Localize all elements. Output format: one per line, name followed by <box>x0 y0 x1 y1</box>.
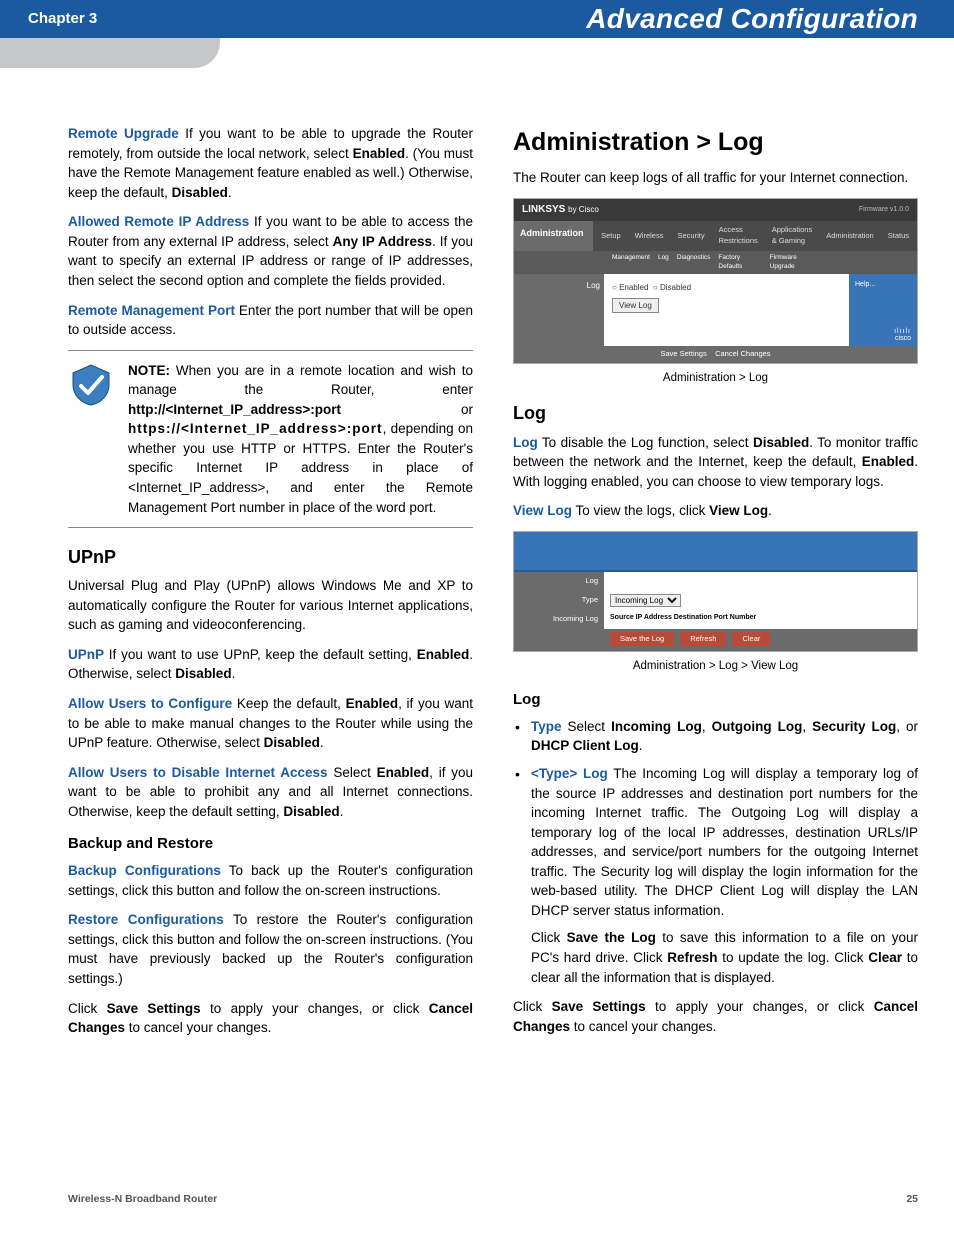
heading-log: Log <box>513 400 918 426</box>
bullet-type: Type Select Incoming Log, Outgoing Log, … <box>513 717 918 756</box>
para-save-cancel-right: Click Save Settings to apply your change… <box>513 997 918 1036</box>
para-save-cancel-left: Click Save Settings to apply your change… <box>68 999 473 1038</box>
ss-mid: Enabled Disabled View Log <box>604 274 849 346</box>
caption-ss2: Administration > Log > View Log <box>513 658 918 675</box>
ss-left-log: Log <box>514 274 604 346</box>
ss-viewlog-btn: View Log <box>612 298 659 314</box>
caption-ss1: Administration > Log <box>513 370 918 387</box>
ss-side-admin: Administration <box>514 221 593 251</box>
heading-admin-log: Administration > Log <box>513 124 918 160</box>
note-text: NOTE: When you are in a remote location … <box>128 361 473 518</box>
para-restore: Restore Configurations To restore the Ro… <box>68 910 473 988</box>
note-box: NOTE: When you are in a remote location … <box>68 350 473 529</box>
page-header: Chapter 3 Advanced Configuration <box>0 0 954 38</box>
para-allowed-ip: Allowed Remote IP Address If you want to… <box>68 212 473 290</box>
ss2-type-select: Incoming Log <box>610 594 681 607</box>
label-remote-mgmt-port: Remote Management Port <box>68 303 235 318</box>
para-remote-mgmt-port: Remote Management Port Enter the port nu… <box>68 301 473 340</box>
screenshot-admin-log: LINKSYS by Cisco Firmware v1.0.0 Adminis… <box>513 198 918 364</box>
gray-tab <box>0 38 220 68</box>
label-typelog: <Type> Log <box>531 766 608 781</box>
para-admin-log-intro: The Router can keep logs of all traffic … <box>513 168 918 188</box>
label-remote-upgrade: Remote Upgrade <box>68 126 179 141</box>
para-typelog-extra: Click Save the Log to save this informat… <box>531 928 918 987</box>
footer-page: 25 <box>906 1192 918 1207</box>
para-allow-config: Allow Users to Configure Keep the defaul… <box>68 694 473 753</box>
label-type: Type <box>531 719 562 734</box>
ss-tabs: Setup Wireless Security Access Restricti… <box>593 221 917 251</box>
header-title: Advanced Configuration <box>586 0 918 39</box>
para-upnp-intro: Universal Plug and Play (UPnP) allows Wi… <box>68 576 473 635</box>
ss2-buttons: Save the Log Refresh Clear <box>514 629 917 652</box>
label-allowed-ip: Allowed Remote IP Address <box>68 214 249 229</box>
para-backup: Backup Configurations To back up the Rou… <box>68 861 473 900</box>
note-icon <box>68 361 114 518</box>
left-column: Remote Upgrade If you want to be able to… <box>68 124 473 1048</box>
heading-log-sub: Log <box>513 689 918 711</box>
label-restore: Restore Configurations <box>68 912 224 927</box>
page-footer: Wireless-N Broadband Router 25 <box>68 1192 918 1207</box>
screenshot-view-log: Log Type Incoming Log Incoming Log Sourc… <box>513 531 918 653</box>
para-remote-upgrade: Remote Upgrade If you want to be able to… <box>68 124 473 202</box>
ss-footer: Save Settings Cancel Changes <box>514 346 917 363</box>
para-upnp: UPnP If you want to use UPnP, keep the d… <box>68 645 473 684</box>
heading-upnp: UPnP <box>68 544 473 570</box>
label-viewlog: View Log <box>513 503 572 518</box>
chapter-label: Chapter 3 <box>28 8 97 30</box>
label-log: Log <box>513 435 538 450</box>
para-allow-disable: Allow Users to Disable Internet Access S… <box>68 763 473 822</box>
right-column: Administration > Log The Router can keep… <box>513 124 918 1048</box>
label-upnp: UPnP <box>68 647 104 662</box>
footer-product: Wireless-N Broadband Router <box>68 1192 217 1207</box>
heading-backup-restore: Backup and Restore <box>68 833 473 855</box>
para-viewlog: View Log To view the logs, click View Lo… <box>513 501 918 521</box>
label-allow-disable: Allow Users to Disable Internet Access <box>68 765 328 780</box>
para-log: Log To disable the Log function, select … <box>513 433 918 492</box>
bullet-typelog: <Type> Log The Incoming Log will display… <box>513 764 918 987</box>
label-backup: Backup Configurations <box>68 863 221 878</box>
label-allow-config: Allow Users to Configure <box>68 696 232 711</box>
ss-right: Help... ılıılıcisco <box>849 274 917 346</box>
ss-subtabs: Management Log Diagnostics Factory Defau… <box>514 251 917 274</box>
